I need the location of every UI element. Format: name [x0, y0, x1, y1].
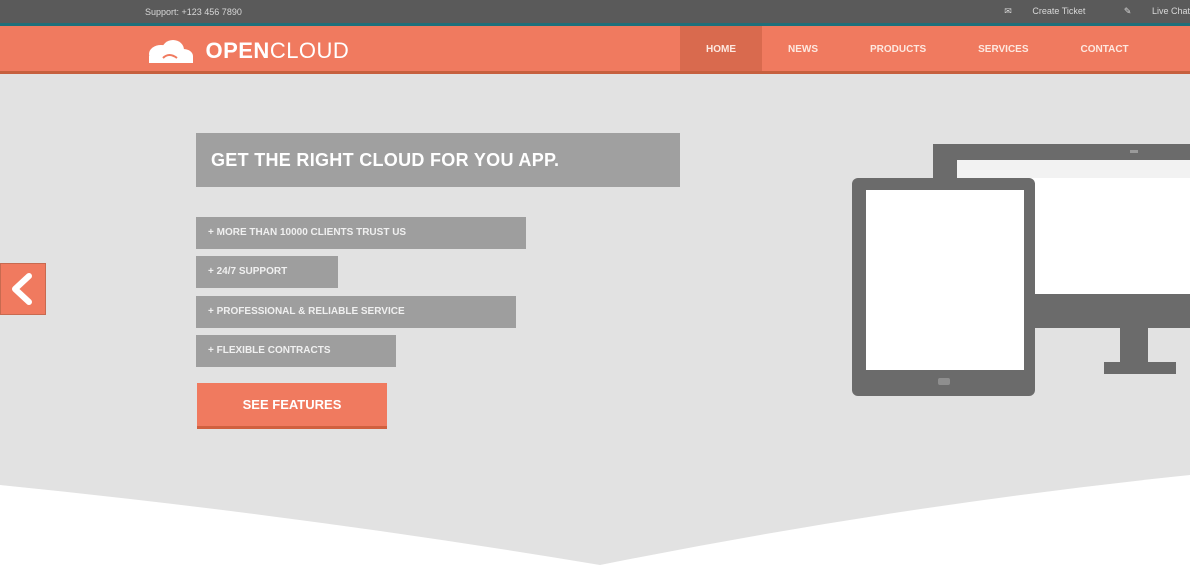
- logo-text: OPENCLOUD: [205, 38, 349, 64]
- feature-item-clients: + MORE THAN 10000 CLIENTS TRUST US: [196, 217, 526, 249]
- nav-item-services[interactable]: SERVICES: [952, 26, 1054, 71]
- create-ticket-link[interactable]: ✉ Create Ticket: [986, 6, 1088, 16]
- hero-headline: GET THE RIGHT CLOUD FOR YOU APP.: [196, 133, 680, 187]
- envelope-icon: ✉: [1004, 6, 1012, 16]
- chevron-left-icon: [12, 273, 32, 305]
- top-links: ✉ Create Ticket ✎ Live Chat: [968, 6, 1190, 17]
- slider-prev-button[interactable]: [0, 263, 46, 315]
- main-nav: HOME NEWS PRODUCTS SERVICES CONTACT: [680, 26, 1155, 71]
- logo-brand: OPEN: [205, 38, 270, 63]
- nav-item-news[interactable]: NEWS: [762, 26, 844, 71]
- see-features-button[interactable]: SEE FEATURES: [197, 383, 387, 429]
- chat-icon: ✎: [1123, 6, 1132, 16]
- cloud-logo-icon: [145, 40, 201, 63]
- devices-illustration: [852, 144, 1190, 396]
- feature-item-contracts: + FLEXIBLE CONTRACTS: [196, 335, 396, 367]
- main-navbar: OPENCLOUD HOME NEWS PRODUCTS SERVICES CO…: [0, 26, 1190, 74]
- nav-item-contact[interactable]: CONTACT: [1055, 26, 1155, 71]
- top-utility-bar: Support: +123 456 7890 ✉ Create Ticket ✎…: [0, 0, 1190, 26]
- support-contact: Support: +123 456 7890: [145, 7, 242, 17]
- nav-item-home[interactable]: HOME: [680, 26, 762, 71]
- live-chat-link[interactable]: ✎ Live Chat: [1106, 6, 1190, 16]
- logo-suffix: CLOUD: [269, 38, 350, 63]
- live-chat-label: Live Chat: [1151, 6, 1190, 16]
- tablet-icon: [852, 178, 1035, 396]
- feature-item-service: + PROFESSIONAL & RELIABLE SERVICE: [196, 296, 516, 328]
- create-ticket-label: Create Ticket: [1032, 6, 1086, 16]
- hero-bottom-wave: [0, 475, 1190, 565]
- nav-item-products[interactable]: PRODUCTS: [844, 26, 952, 71]
- site-logo[interactable]: OPENCLOUD: [145, 38, 349, 64]
- feature-item-support: + 24/7 SUPPORT: [196, 256, 338, 288]
- hero-section: GET THE RIGHT CLOUD FOR YOU APP. + MORE …: [0, 74, 1190, 565]
